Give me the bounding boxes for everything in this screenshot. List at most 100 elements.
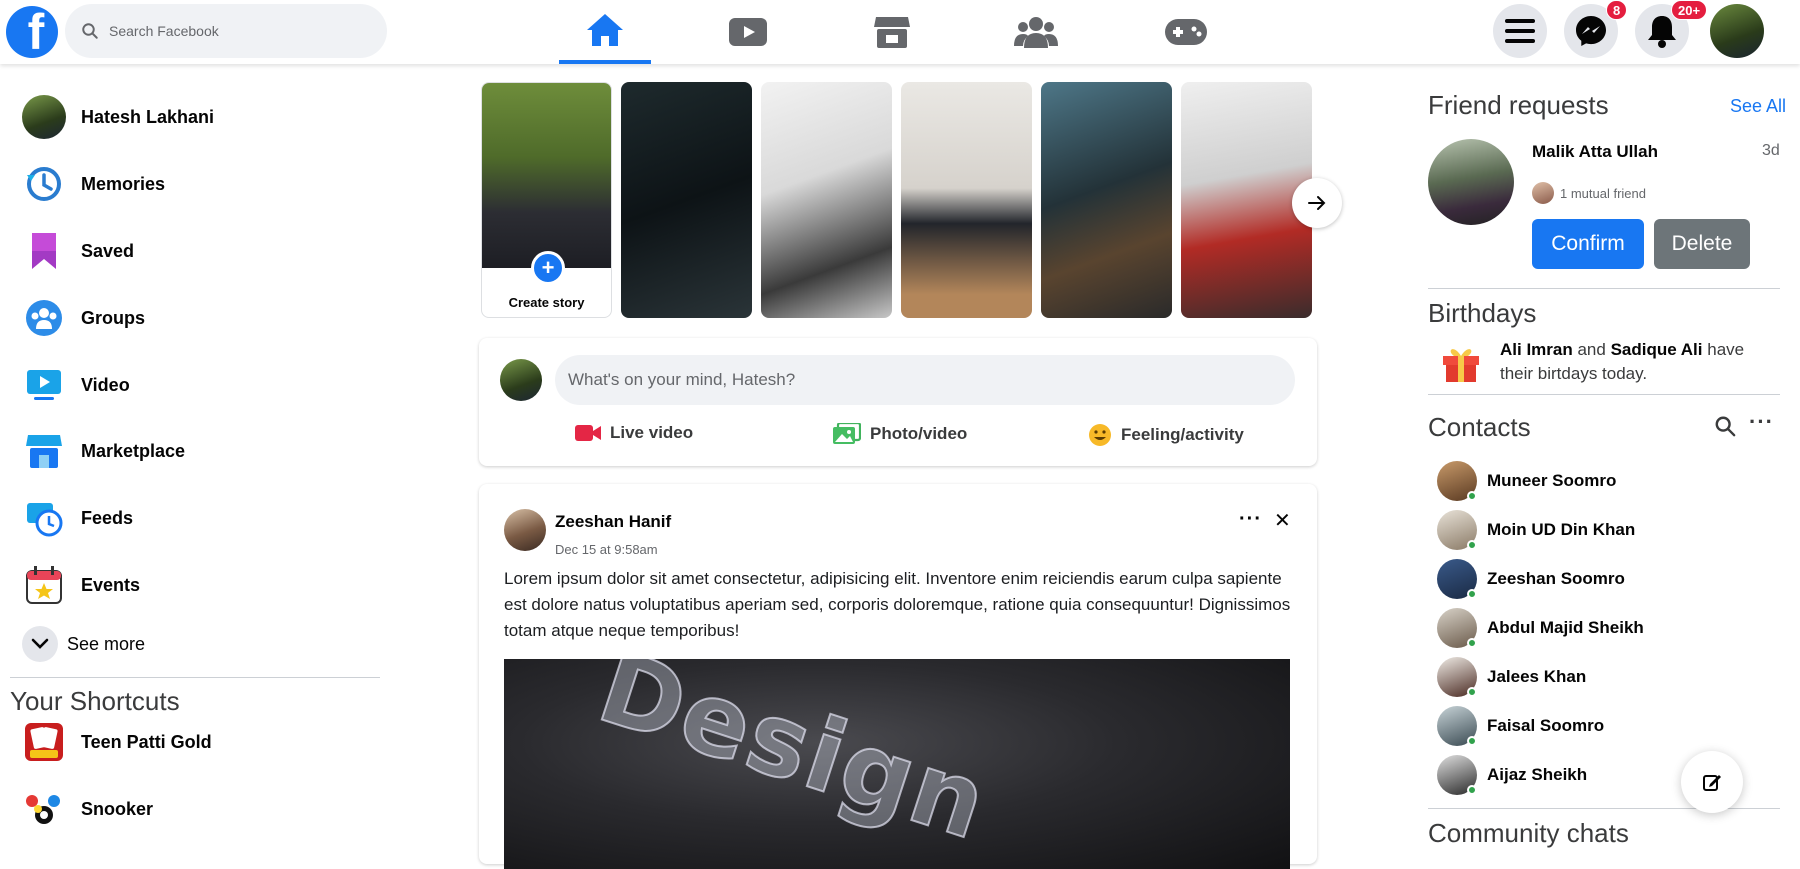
tab-watch[interactable] xyxy=(702,0,794,64)
post-timestamp[interactable]: Dec 15 at 9:58am xyxy=(555,542,658,557)
avatar xyxy=(1437,657,1477,697)
story-card[interactable] xyxy=(761,82,892,318)
profile-avatar-button[interactable] xyxy=(1710,4,1764,58)
community-chats-heading: Community chats xyxy=(1428,818,1629,848)
arrow-right-icon xyxy=(1308,196,1326,210)
story-card[interactable] xyxy=(621,82,752,318)
online-indicator xyxy=(1467,638,1477,648)
live-video-icon xyxy=(575,425,601,441)
contacts-more-icon[interactable]: ··· xyxy=(1749,409,1774,435)
avatar xyxy=(1437,755,1477,795)
menu-button[interactable] xyxy=(1493,4,1547,58)
sidebar-item-saved[interactable]: Saved xyxy=(22,224,134,278)
plus-icon[interactable]: + xyxy=(531,251,565,285)
delete-button[interactable]: Delete xyxy=(1654,219,1750,269)
sidebar-item-label: Teen Patti Gold xyxy=(81,731,212,752)
create-story-photo xyxy=(482,83,611,268)
avatar xyxy=(1437,461,1477,501)
tab-gaming[interactable] xyxy=(1140,0,1232,64)
sidebar-item-feeds[interactable]: Feeds xyxy=(22,491,133,545)
photo-video-label: Photo/video xyxy=(870,424,968,443)
tab-groups[interactable] xyxy=(990,0,1082,64)
birthday-text: Ali Imran and Sadique Ali have their bir… xyxy=(1500,340,1745,383)
search-bar[interactable] xyxy=(65,4,387,58)
messenger-button[interactable]: 8 xyxy=(1564,0,1628,58)
new-message-button[interactable] xyxy=(1681,751,1743,813)
shortcuts-heading: Your Shortcuts xyxy=(10,686,180,716)
whats-on-your-mind-input[interactable]: What's on your mind, Hatesh? xyxy=(555,355,1295,405)
chevron-down-icon xyxy=(31,638,49,649)
tab-marketplace[interactable] xyxy=(846,0,938,64)
post-author-name[interactable]: Zeeshan Hanif xyxy=(555,512,671,532)
feeds-clock-icon xyxy=(27,503,63,537)
marketplace-icon xyxy=(26,435,62,468)
shortcut-teen-patti[interactable]: Teen Patti Gold xyxy=(22,715,212,769)
sidebar-item-video[interactable]: Video xyxy=(22,358,130,412)
messenger-icon xyxy=(1576,16,1606,46)
friend-requests-heading: Friend requests xyxy=(1428,90,1609,120)
post-composer: What's on your mind, Hatesh? Live video … xyxy=(479,338,1317,466)
stories-next-button[interactable] xyxy=(1292,178,1342,228)
friend-request-time: 3d xyxy=(1762,142,1780,159)
groups-icon xyxy=(1014,17,1058,48)
sidebar-item-label: Marketplace xyxy=(81,440,186,461)
live-video-button[interactable]: Live video xyxy=(575,423,693,443)
avatar xyxy=(1437,559,1477,599)
sidebar-item-label: Groups xyxy=(81,307,146,328)
friend-request-name[interactable]: Malik Atta Ullah xyxy=(1532,142,1658,162)
sidebar-item-marketplace[interactable]: Marketplace xyxy=(22,424,185,478)
divider xyxy=(1428,288,1780,289)
contact-item[interactable]: Muneer Soomro xyxy=(1437,459,1616,503)
home-icon xyxy=(587,14,623,46)
divider xyxy=(1428,394,1780,395)
notifications-button[interactable]: 20+ xyxy=(1635,0,1708,58)
sidebar-item-events[interactable]: Events xyxy=(22,558,140,612)
contact-item[interactable]: Zeeshan Soomro xyxy=(1437,557,1625,601)
photo-video-button[interactable]: Photo/video xyxy=(833,423,967,445)
contact-item[interactable]: Aijaz Sheikh xyxy=(1437,753,1587,797)
see-more-button[interactable]: See more xyxy=(22,626,145,662)
facebook-logo[interactable]: f xyxy=(6,6,58,58)
contact-item[interactable]: Faisal Soomro xyxy=(1437,704,1604,748)
birthday-name-1[interactable]: Ali Imran xyxy=(1500,340,1573,359)
post-more-icon[interactable]: ··· xyxy=(1239,508,1262,531)
contact-item[interactable]: Moin UD Din Khan xyxy=(1437,508,1635,552)
sidebar-item-groups[interactable]: Groups xyxy=(22,291,145,345)
sidebar-item-label: Snooker xyxy=(81,798,154,819)
create-story-card[interactable]: + Create story xyxy=(481,82,612,318)
avatar xyxy=(1437,510,1477,550)
story-card[interactable] xyxy=(901,82,1032,318)
birthday-name-2[interactable]: Sadique Ali xyxy=(1611,340,1703,359)
post-author-avatar[interactable] xyxy=(504,509,546,551)
contacts-search-button[interactable] xyxy=(1714,415,1736,442)
confirm-button[interactable]: Confirm xyxy=(1532,219,1644,269)
sidebar-item-profile[interactable]: Hatesh Lakhani xyxy=(22,90,214,144)
friend-request-avatar[interactable] xyxy=(1428,139,1514,225)
sidebar-item-memories[interactable]: Memories xyxy=(22,157,165,211)
photo-icon xyxy=(833,423,861,444)
close-icon[interactable]: ✕ xyxy=(1274,508,1291,533)
avatar xyxy=(1437,706,1477,746)
see-more-label: See more xyxy=(67,633,146,654)
edit-icon xyxy=(1703,775,1721,791)
online-indicator xyxy=(1467,785,1477,795)
search-input[interactable] xyxy=(109,23,369,39)
smiley-icon xyxy=(1089,424,1111,446)
tab-home[interactable] xyxy=(559,0,651,64)
search-icon xyxy=(82,23,98,39)
online-indicator xyxy=(1467,589,1477,599)
contact-item[interactable]: Abdul Majid Sheikh xyxy=(1437,606,1644,650)
contact-item[interactable]: Jalees Khan xyxy=(1437,655,1586,699)
shortcut-snooker[interactable]: Snooker xyxy=(22,782,153,836)
menu-icon xyxy=(1505,19,1535,43)
post-image[interactable]: Design xyxy=(504,659,1290,869)
search-icon xyxy=(1715,416,1736,437)
feeling-activity-button[interactable]: Feeling/activity xyxy=(1088,423,1244,447)
notifications-badge: 20+ xyxy=(1671,0,1708,20)
avatar xyxy=(22,95,66,139)
see-all-link[interactable]: See All xyxy=(1730,96,1786,117)
mutual-friends[interactable]: 1 mutual friend xyxy=(1532,182,1646,204)
story-card[interactable] xyxy=(1041,82,1172,318)
sidebar-item-label: Events xyxy=(81,574,141,595)
calendar-star-icon xyxy=(26,566,62,604)
